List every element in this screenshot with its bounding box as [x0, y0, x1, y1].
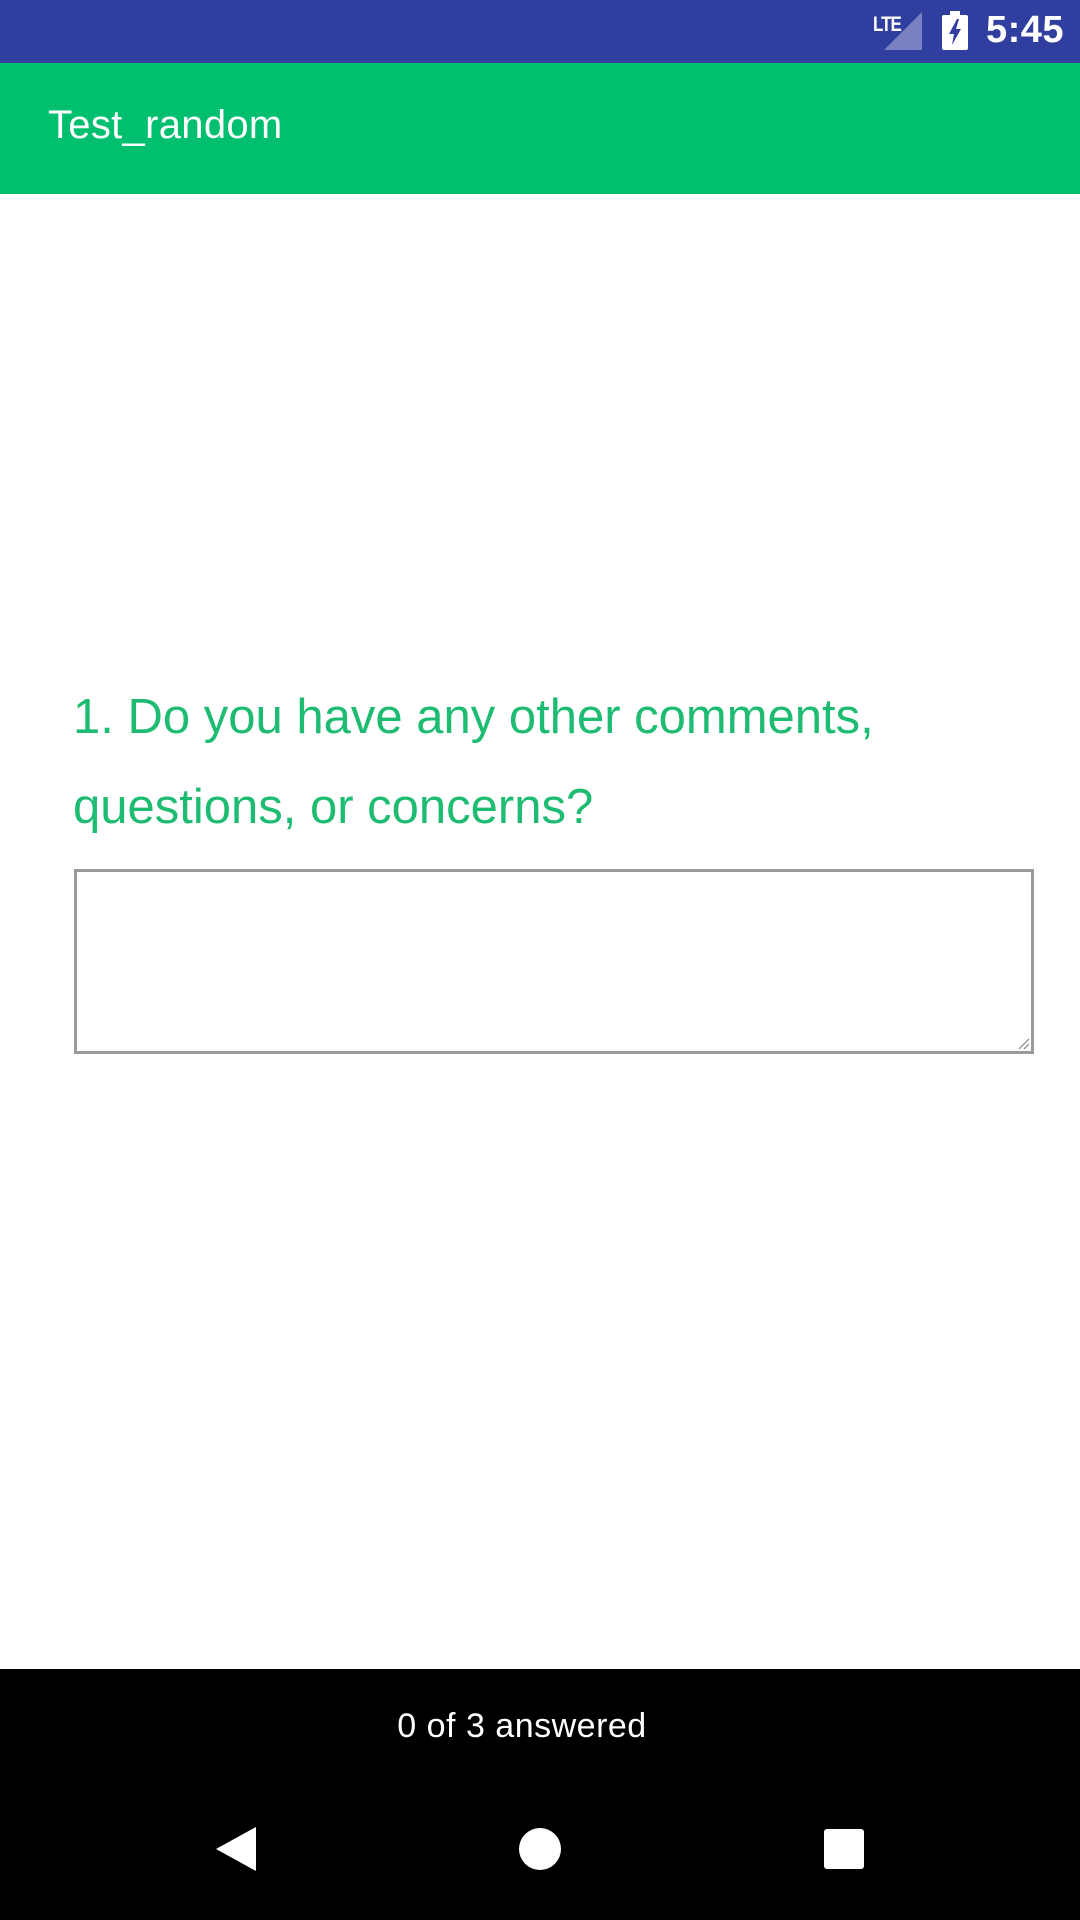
app-bar: Test_random — [0, 63, 1080, 194]
battery-charging-icon — [942, 11, 968, 50]
progress-text: 0 of 3 answered — [397, 1707, 647, 1745]
comment-textarea[interactable] — [74, 869, 1034, 1054]
clock: 5:45 — [986, 9, 1065, 51]
resize-grip-icon[interactable] — [1016, 1036, 1030, 1050]
cell-signal-icon — [884, 12, 922, 50]
footer: 0 of 3 answered — [0, 1669, 1080, 1920]
back-triangle-icon[interactable] — [206, 1819, 266, 1879]
status-bar: LTE 5:45 — [0, 0, 1080, 63]
home-circle-icon[interactable] — [510, 1819, 570, 1879]
question-text: 1. Do you have any other comments, quest… — [73, 690, 874, 834]
app-title: Test_random — [48, 103, 283, 147]
recents-square-icon[interactable] — [814, 1819, 874, 1879]
